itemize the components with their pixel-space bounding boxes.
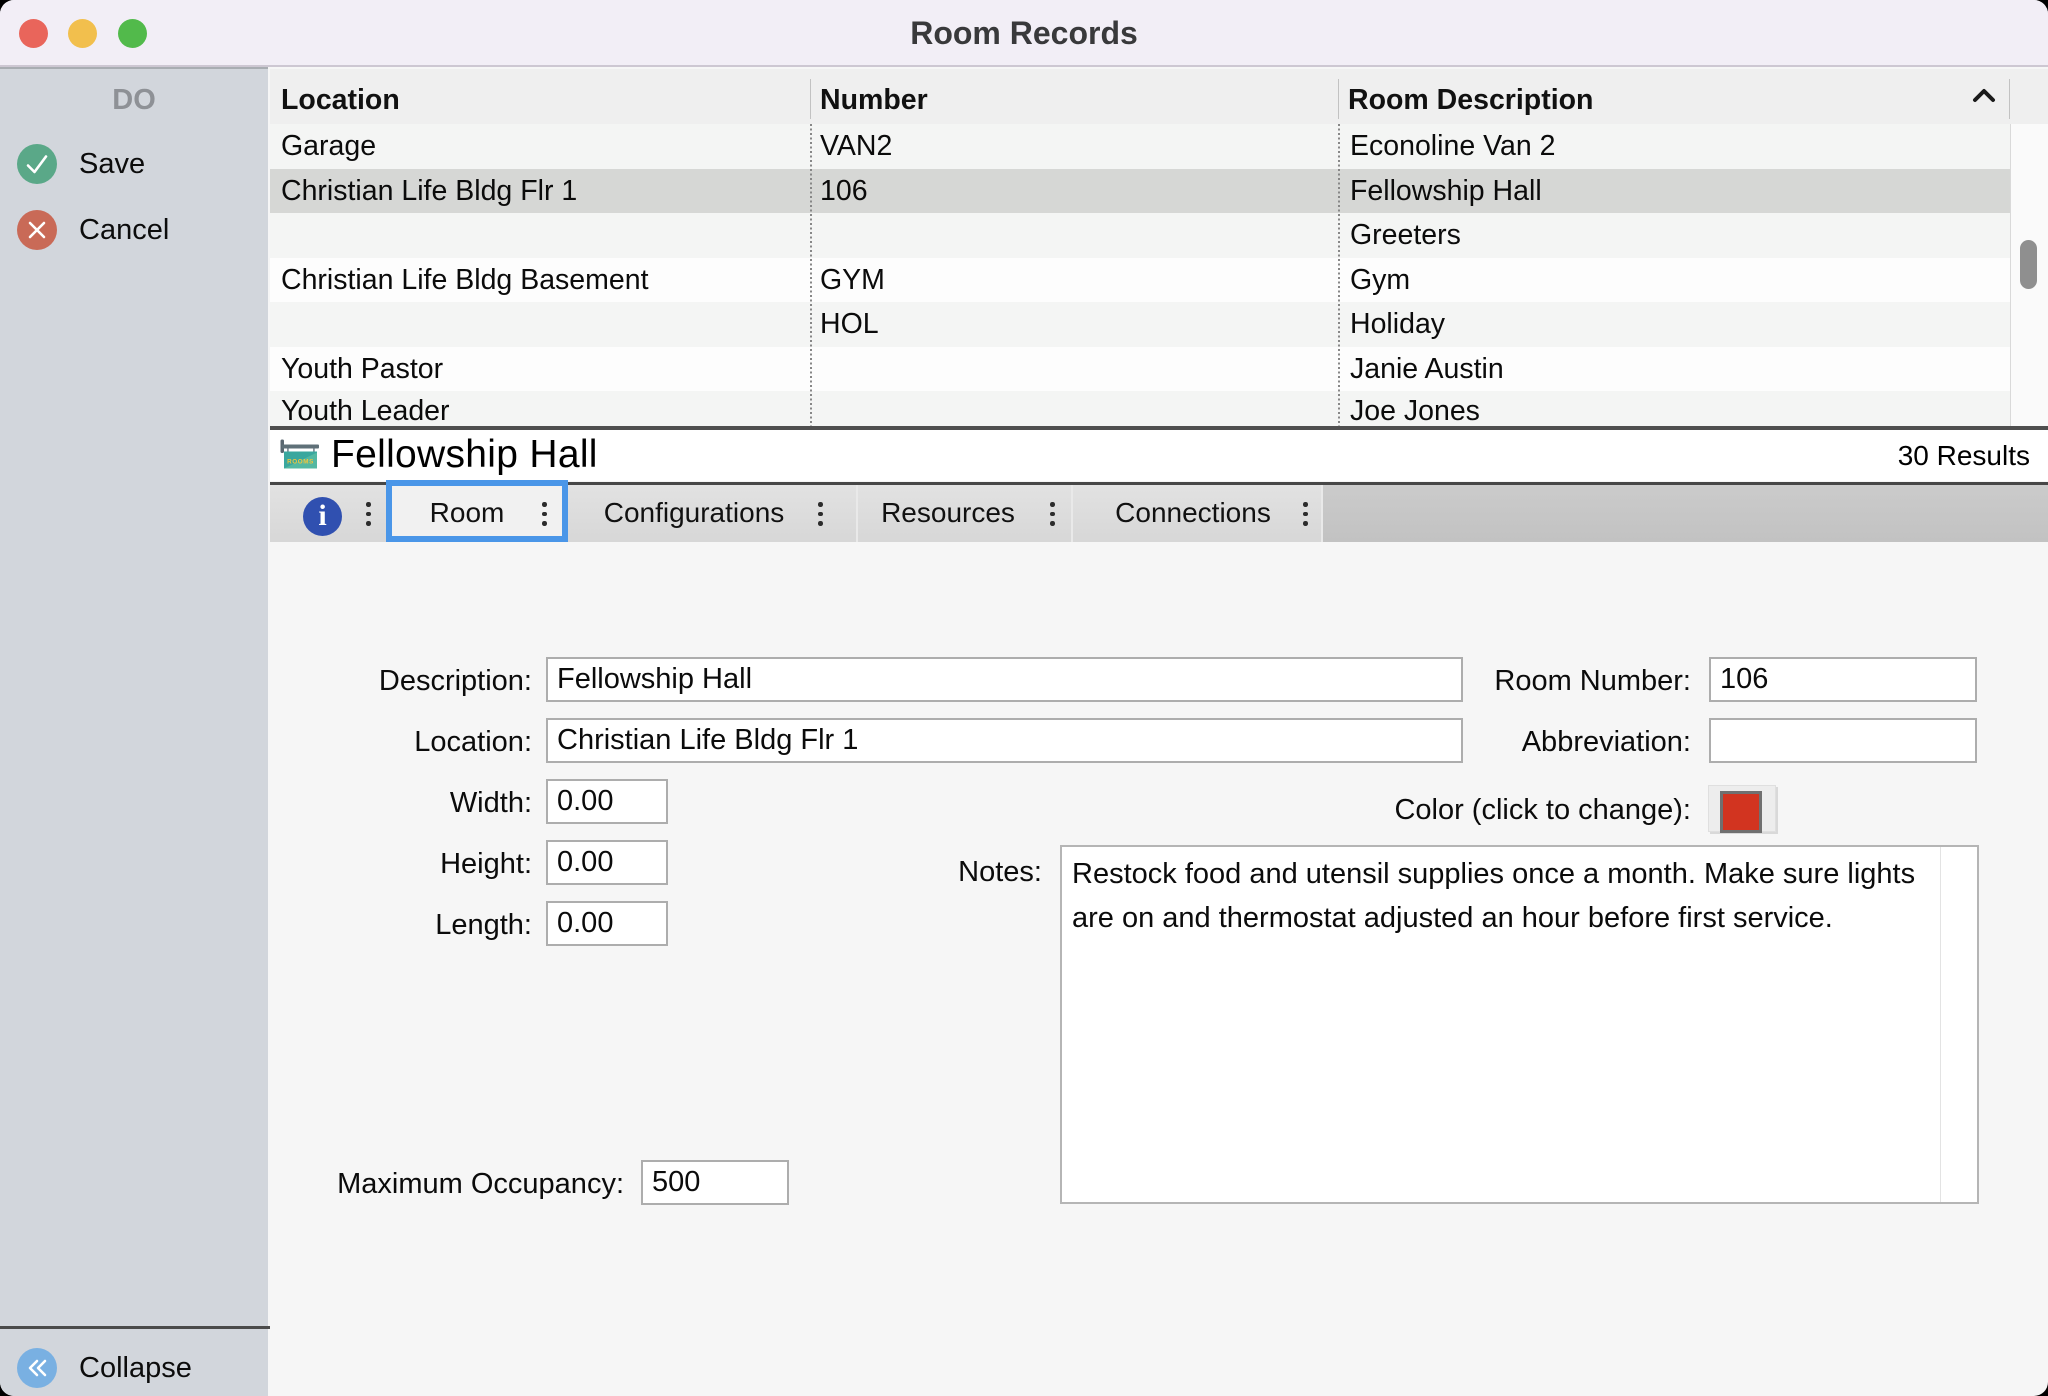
svg-text:ROOMS: ROOMS — [287, 459, 314, 466]
